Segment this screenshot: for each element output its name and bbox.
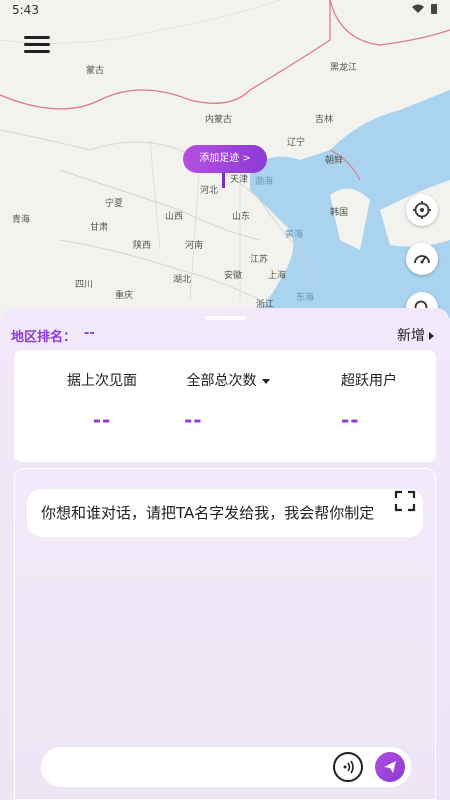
voice-icon: [343, 760, 354, 774]
map-label: 内蒙古: [205, 115, 233, 125]
speed-button[interactable]: [406, 243, 438, 275]
drag-handle[interactable]: [205, 316, 245, 320]
stat-label: 超跃用户: [341, 373, 397, 389]
stat-value: --: [341, 408, 360, 432]
map-label: 黄海: [285, 230, 304, 240]
new-add-label: 新增: [397, 328, 425, 344]
send-button[interactable]: [375, 752, 405, 782]
chat-input[interactable]: [57, 755, 307, 779]
map-label: 安徽: [224, 271, 243, 281]
map-label: 湖北: [173, 275, 192, 285]
chevron-right-icon: [429, 332, 434, 340]
locate-button[interactable]: [406, 194, 438, 226]
stat-label: 据上次见面: [67, 373, 137, 389]
location-pin: [222, 173, 225, 188]
map-label: 辽宁: [287, 138, 306, 148]
status-icons: [412, 3, 438, 15]
map-label: 山东: [232, 212, 251, 222]
stat-value: --: [184, 408, 203, 432]
rank-label: 地区排名：: [11, 330, 77, 345]
map-label: 四川: [75, 280, 94, 290]
bottom-sheet: 地区排名： -- 新增 据上次见面 -- 全部总次数 -- 超跃用户 -- 你想…: [0, 308, 450, 800]
chat-input-bar: [41, 747, 411, 787]
stat-label: 全部总次数: [168, 370, 288, 390]
map-label: 上海: [268, 271, 287, 281]
map-label: 宁夏: [105, 199, 124, 209]
menu-icon: [24, 36, 50, 39]
stat-label-text: 全部总次数: [186, 373, 257, 389]
map-label: 青海: [12, 215, 31, 225]
map-label: 蒙古: [86, 66, 105, 76]
map-label: 黑龙江: [330, 63, 358, 73]
map-label: 甘肃: [90, 223, 109, 233]
map-label: 韩国: [330, 208, 349, 218]
map-label: 山西: [165, 212, 184, 222]
status-bar: 5:43: [0, 0, 450, 22]
map-label: 江苏: [250, 255, 269, 265]
stat-total-count[interactable]: 全部总次数 --: [168, 370, 288, 432]
chat-card: 你想和谁对话，请把TA名字发给我，我会帮你制定: [14, 468, 436, 800]
wifi-icon: [412, 4, 424, 13]
map-label: 天津: [230, 175, 249, 185]
new-add-button[interactable]: 新增: [397, 325, 434, 345]
speedometer-icon: [414, 255, 430, 264]
voice-button[interactable]: [333, 752, 363, 782]
map-label: 河北: [200, 186, 219, 196]
send-icon: [384, 761, 396, 773]
stat-last-meet: 据上次见面 --: [42, 370, 162, 432]
map-label: 重庆: [115, 291, 134, 301]
stat-value: --: [92, 408, 112, 432]
map-label: 河南: [185, 241, 204, 251]
menu-button[interactable]: [24, 32, 50, 58]
map-label: 东海: [296, 293, 315, 303]
map-label: 朝鲜: [325, 156, 344, 166]
stat-exceed-users: 超跃用户 --: [309, 370, 429, 432]
map-view[interactable]: 5:43 蒙古 黑龙江 内蒙古 吉林 辽宁 天津 河北 渤海 朝鲜 青海 宁夏 …: [0, 0, 450, 320]
battery-icon: [431, 4, 437, 14]
map-label: 陕西: [133, 241, 152, 251]
dropdown-icon: [261, 378, 270, 384]
status-time: 5:43: [12, 3, 39, 17]
rank-value: --: [84, 326, 95, 341]
crosshair-icon: [413, 201, 431, 219]
map-label: 渤海: [255, 177, 274, 187]
chat-message: 你想和谁对话，请把TA名字发给我，我会帮你制定: [27, 489, 423, 537]
fullscreen-icon: [394, 490, 416, 512]
add-footprint-button[interactable]: 添加足迹 >: [183, 145, 267, 173]
expand-button[interactable]: [393, 489, 417, 513]
map-label: 吉林: [315, 115, 334, 125]
stats-card: 据上次见面 -- 全部总次数 -- 超跃用户 --: [14, 350, 436, 462]
